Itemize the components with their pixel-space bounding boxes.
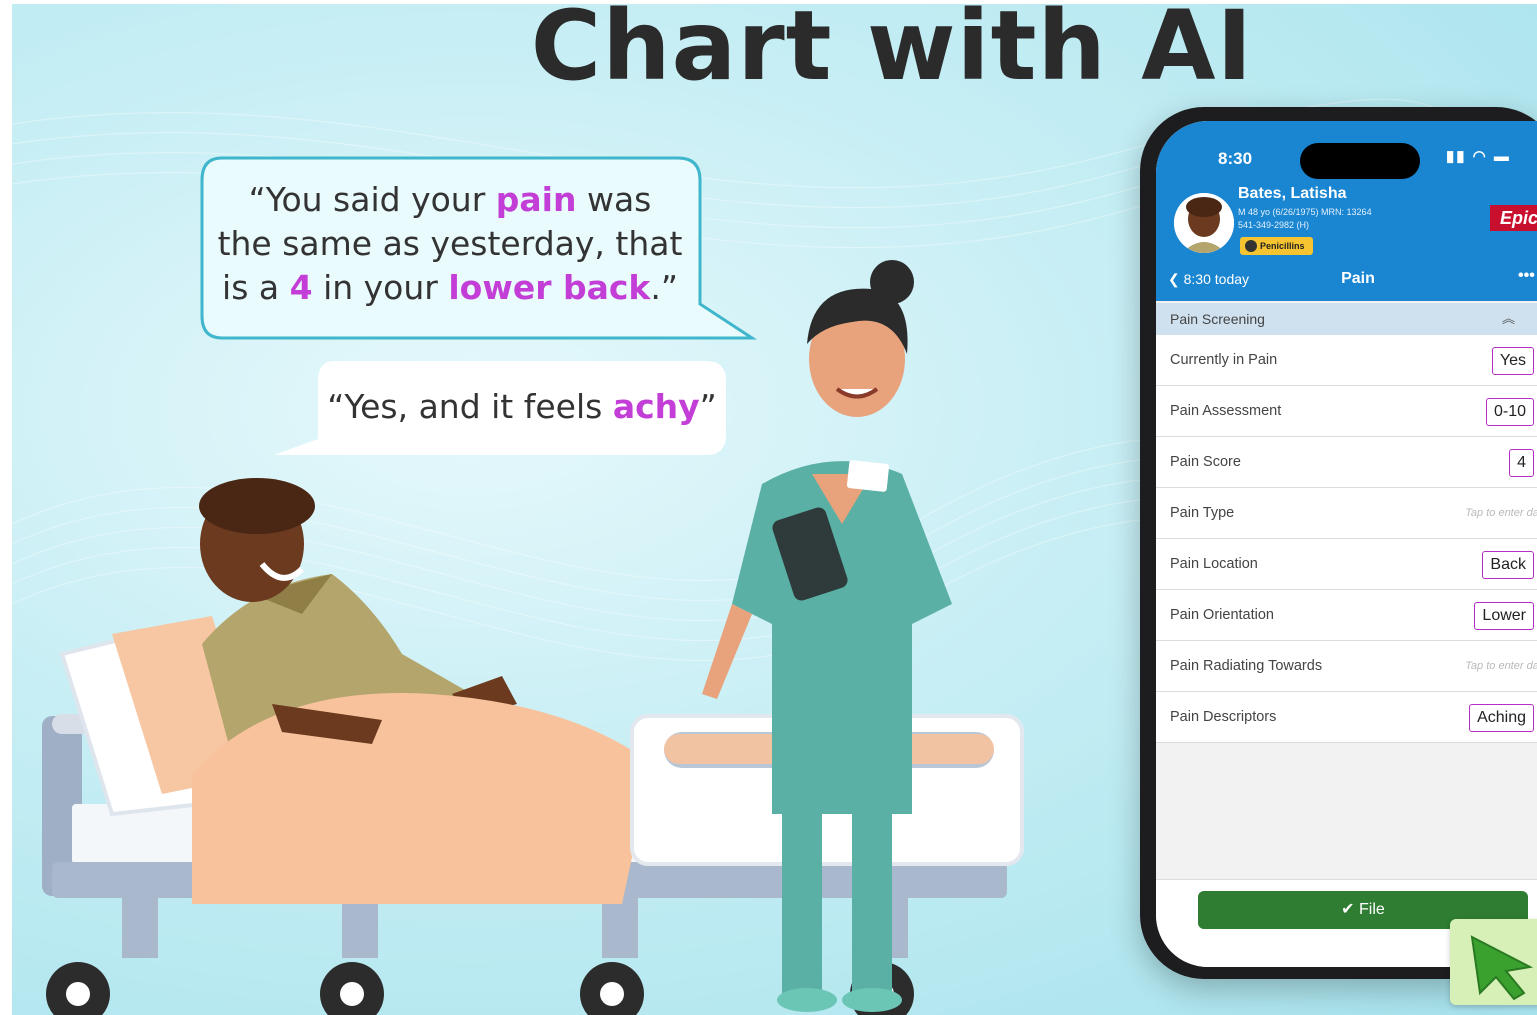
signal-wifi-battery-icon: ▮▮ ◠ ▬ bbox=[1446, 148, 1511, 165]
phone-screen: 8:30 ▮▮ ◠ ▬ Bates, Latisha M 48 yo (6/26… bbox=[1156, 121, 1537, 967]
row-value[interactable]: 0-10 bbox=[1485, 398, 1534, 426]
row-value[interactable]: Back bbox=[1482, 551, 1534, 579]
row-placeholder[interactable]: Tap to enter data bbox=[1465, 488, 1537, 539]
allergy-badge[interactable]: Penicillins bbox=[1240, 237, 1313, 255]
patient-avatar[interactable] bbox=[1174, 193, 1234, 253]
row-label: Pain Assessment bbox=[1170, 403, 1282, 419]
flowsheet-rows: Currently in Pain Yes Pain Assessment 0-… bbox=[1156, 335, 1537, 743]
patient-phone: 541-349-2982 (H) bbox=[1238, 220, 1310, 230]
cursor-pointer-icon bbox=[1450, 919, 1537, 1005]
row-pain-radiating-towards[interactable]: Pain Radiating Towards Tap to enter data bbox=[1156, 641, 1537, 692]
row-label: Pain Type bbox=[1170, 505, 1235, 521]
row-label: Pain Location bbox=[1170, 556, 1258, 572]
dynamic-island bbox=[1300, 143, 1420, 179]
section-title: Pain Screening bbox=[1170, 311, 1265, 327]
status-time: 8:30 bbox=[1218, 149, 1253, 168]
row-value[interactable]: Aching bbox=[1469, 704, 1534, 732]
row-value[interactable]: Lower bbox=[1474, 602, 1534, 630]
row-value[interactable]: Yes bbox=[1491, 347, 1534, 375]
row-label: Pain Orientation bbox=[1170, 607, 1274, 623]
row-pain-orientation[interactable]: Pain Orientation Lower bbox=[1156, 590, 1537, 641]
bed-blanket bbox=[192, 693, 652, 904]
allergy-icon bbox=[1245, 240, 1257, 252]
nurse-figure bbox=[702, 260, 952, 1012]
row-pain-type[interactable]: Pain Type Tap to enter data bbox=[1156, 488, 1537, 539]
smartphone: 8:30 ▮▮ ◠ ▬ Bates, Latisha M 48 yo (6/26… bbox=[1140, 107, 1537, 979]
row-pain-descriptors[interactable]: Pain Descriptors Aching bbox=[1156, 692, 1537, 743]
collapse-chevron-icon[interactable]: ︽ bbox=[1502, 303, 1515, 335]
patient-demographics: M 48 yo (6/26/1975) MRN: 13264 bbox=[1238, 207, 1372, 217]
illustration: Chart with AI “You said your pain was th… bbox=[12, 4, 1537, 1015]
row-currently-in-pain[interactable]: Currently in Pain Yes bbox=[1156, 335, 1537, 386]
screen-title: Pain bbox=[1341, 270, 1375, 287]
row-label: Pain Radiating Towards bbox=[1170, 658, 1323, 674]
row-pain-assessment[interactable]: Pain Assessment 0-10 bbox=[1156, 386, 1537, 437]
row-value[interactable]: 4 bbox=[1509, 449, 1534, 477]
more-options-icon[interactable]: ••• bbox=[1518, 267, 1535, 285]
section-header-pain-screening[interactable]: Pain Screening ︽ bbox=[1156, 303, 1537, 335]
row-pain-location[interactable]: Pain Location Back bbox=[1156, 539, 1537, 590]
epic-logo: Epic bbox=[1490, 205, 1537, 231]
file-button-label: File bbox=[1359, 901, 1385, 918]
allergy-label: Penicillins bbox=[1260, 241, 1305, 251]
row-label: Pain Descriptors bbox=[1170, 709, 1277, 725]
row-pain-score[interactable]: Pain Score 4 bbox=[1156, 437, 1537, 488]
row-placeholder[interactable]: Tap to enter data bbox=[1465, 641, 1537, 692]
row-label: Pain Score bbox=[1170, 454, 1241, 470]
patient-name: Bates, Latisha bbox=[1238, 185, 1347, 202]
checkmark-icon: ✔ bbox=[1341, 901, 1355, 918]
row-label: Currently in Pain bbox=[1170, 352, 1278, 368]
